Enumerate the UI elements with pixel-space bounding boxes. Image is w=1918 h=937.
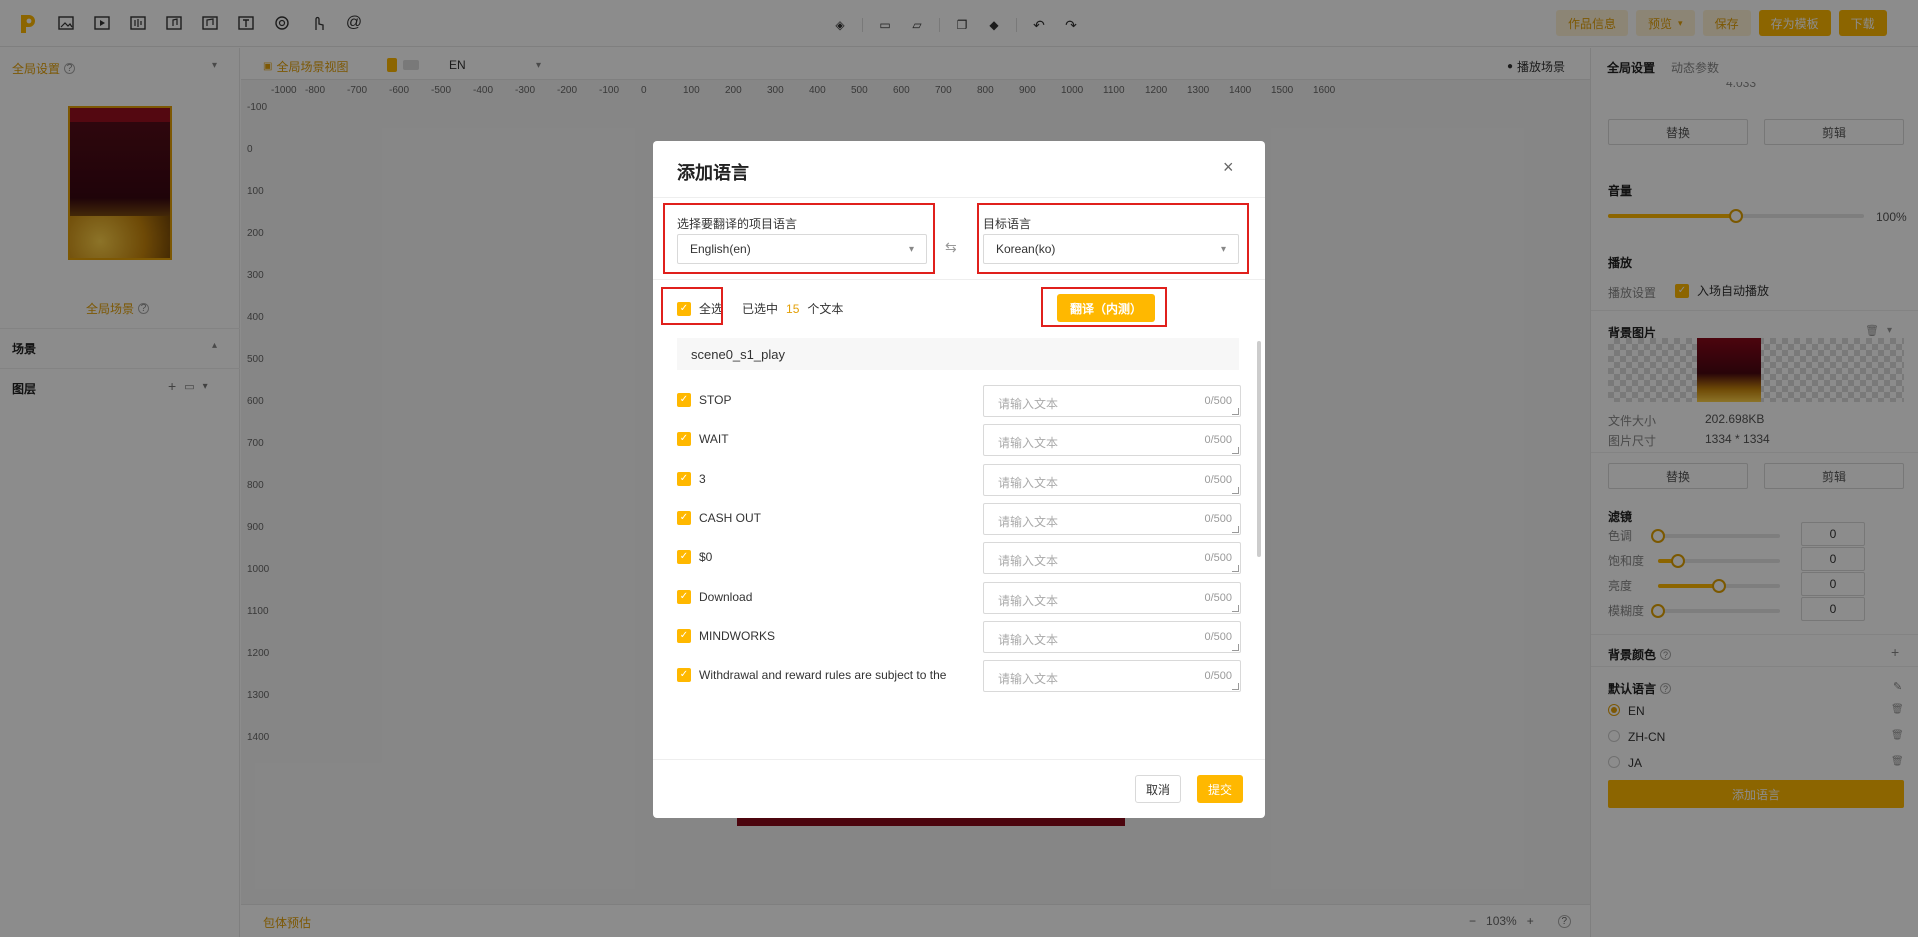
resize-handle-icon[interactable] xyxy=(1232,643,1239,651)
target-language-select[interactable]: Korean(ko) ▾ xyxy=(983,234,1239,264)
text-group-header: scene0_s1_play xyxy=(677,338,1239,370)
char-counter: 0/500 xyxy=(1204,591,1232,604)
text-item-checkbox[interactable]: ✓ xyxy=(677,471,691,486)
resize-handle-icon[interactable] xyxy=(1232,525,1239,533)
text-item-row: ✓ STOP 请输入文本 0/500 xyxy=(677,385,1241,425)
text-item-label: Withdrawal and reward rules are subject … xyxy=(699,668,947,683)
text-group-name: scene0_s1_play xyxy=(691,347,785,362)
char-counter: 0/500 xyxy=(1204,434,1232,447)
translation-input[interactable]: 请输入文本 0/500 xyxy=(983,463,1241,496)
text-item-label: Download xyxy=(699,589,753,604)
text-item-checkbox[interactable]: ✓ xyxy=(677,589,691,604)
translation-input[interactable]: 请输入文本 0/500 xyxy=(983,581,1241,614)
resize-handle-icon[interactable] xyxy=(1232,565,1239,573)
source-language-select[interactable]: English(en) ▾ xyxy=(677,234,927,264)
text-item-label: STOP xyxy=(699,393,732,407)
translation-input[interactable]: 请输入文本 0/500 xyxy=(983,660,1241,693)
dialog-scrollbar[interactable] xyxy=(1257,341,1261,557)
char-counter: 0/500 xyxy=(1204,512,1232,525)
translate-button[interactable]: 翻译（内测） xyxy=(1057,294,1155,322)
text-item-row: ✓ WAIT 请输入文本 0/500 xyxy=(677,424,1241,464)
text-item-label: $0 xyxy=(699,550,713,565)
text-item-label: WAIT xyxy=(699,432,729,447)
text-item-row: ✓ Withdrawal and reward rules are subject… xyxy=(677,660,1241,700)
text-item-checkbox[interactable]: ✓ xyxy=(677,432,691,447)
char-counter: 0/500 xyxy=(1204,473,1232,486)
translation-input[interactable]: 请输入文本 0/500 xyxy=(983,385,1241,417)
char-counter: 0/500 xyxy=(1204,630,1232,643)
swap-icon[interactable]: ⇆ xyxy=(945,239,957,256)
text-item-label: MINDWORKS xyxy=(699,628,775,643)
target-language-label: 目标语言 xyxy=(983,217,1032,231)
resize-handle-icon[interactable] xyxy=(1232,486,1239,494)
selected-prefix: 已选中 xyxy=(742,302,779,316)
text-item-checkbox[interactable]: ✓ xyxy=(677,668,691,683)
chevron-down-icon: ▾ xyxy=(1220,243,1226,255)
text-item-row: ✓ MINDWORKS 请输入文本 0/500 xyxy=(677,620,1241,661)
text-item-checkbox[interactable]: ✓ xyxy=(677,550,691,565)
translation-placeholder: 请输入文本 xyxy=(998,593,1059,608)
text-item-checkbox[interactable]: ✓ xyxy=(677,628,691,643)
translation-placeholder: 请输入文本 xyxy=(998,436,1059,451)
source-language-label: 选择要翻译的项目语言 xyxy=(677,217,798,231)
close-icon[interactable]: × xyxy=(1223,157,1234,178)
source-language-value: English(en) xyxy=(690,242,751,256)
text-item-label: CASH OUT xyxy=(699,510,762,525)
selected-count: 15 xyxy=(786,301,800,316)
selected-suffix: 个文本 xyxy=(807,302,844,316)
text-item-row: ✓ CASH OUT 请输入文本 0/500 xyxy=(677,502,1241,543)
chevron-down-icon: ▾ xyxy=(908,243,914,255)
text-item-row: ✓ 3 请输入文本 0/500 xyxy=(677,463,1241,504)
translation-placeholder: 请输入文本 xyxy=(998,672,1059,687)
translation-placeholder: 请输入文本 xyxy=(998,632,1059,647)
translation-input[interactable]: 请输入文本 0/500 xyxy=(983,502,1241,535)
text-item-checkbox[interactable]: ✓ xyxy=(677,510,691,525)
resize-handle-icon[interactable] xyxy=(1232,604,1239,612)
translation-input[interactable]: 请输入文本 0/500 xyxy=(983,424,1241,457)
text-item-label: 3 xyxy=(699,471,706,486)
cancel-button[interactable]: 取消 xyxy=(1135,775,1181,803)
submit-button[interactable]: 提交 xyxy=(1197,775,1243,803)
resize-handle-icon[interactable] xyxy=(1232,683,1239,691)
add-language-dialog: 添加语言 × 选择要翻译的项目语言 English(en) ▾ ⇆ 目标语言 K… xyxy=(653,141,1265,818)
target-language-value: Korean(ko) xyxy=(996,242,1056,256)
char-counter: 0/500 xyxy=(1204,395,1232,407)
resize-handle-icon[interactable] xyxy=(1232,408,1239,415)
select-all-checkbox[interactable]: ✓ xyxy=(677,301,691,316)
translation-input[interactable]: 请输入文本 0/500 xyxy=(983,620,1241,653)
text-item-checkbox[interactable]: ✓ xyxy=(677,393,691,407)
translation-placeholder: 请输入文本 xyxy=(998,397,1059,411)
text-item-row: ✓ Download 请输入文本 0/500 xyxy=(677,581,1241,622)
translation-input[interactable]: 请输入文本 0/500 xyxy=(983,542,1241,575)
text-item-row: ✓ $0 请输入文本 0/500 xyxy=(677,542,1241,582)
resize-handle-icon[interactable] xyxy=(1232,447,1239,455)
translation-placeholder: 请输入文本 xyxy=(998,514,1059,529)
translation-placeholder: 请输入文本 xyxy=(998,475,1059,490)
dialog-title: 添加语言 xyxy=(677,163,749,183)
char-counter: 0/500 xyxy=(1204,670,1232,683)
select-all-label[interactable]: 全选 xyxy=(699,300,723,317)
translation-placeholder: 请输入文本 xyxy=(998,554,1059,569)
char-counter: 0/500 xyxy=(1204,552,1232,565)
